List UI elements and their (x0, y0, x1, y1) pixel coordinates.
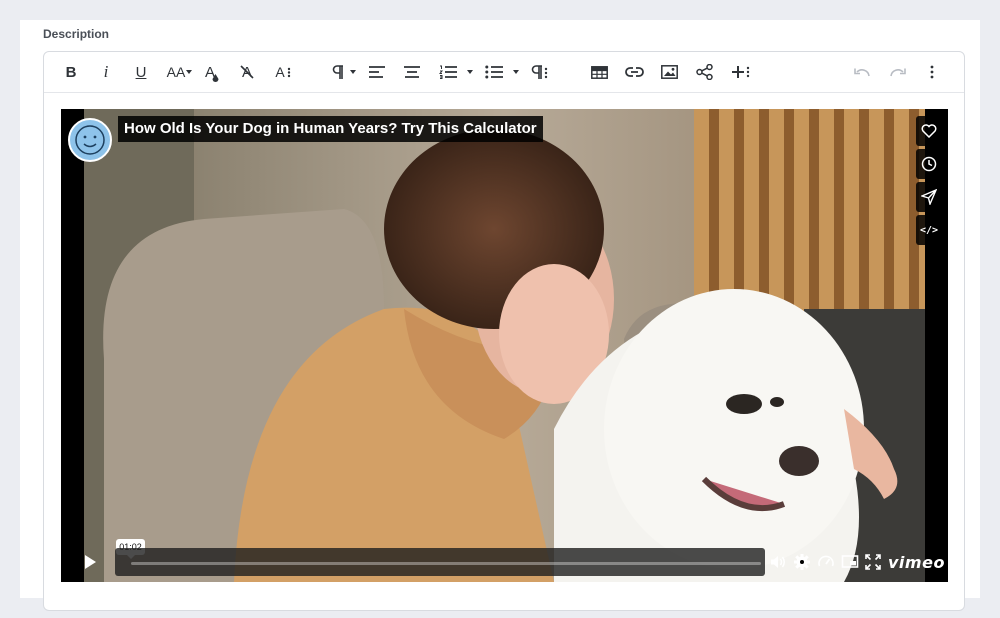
fullscreen-icon (865, 554, 881, 570)
picture-in-picture-icon (841, 555, 859, 568)
embed-button[interactable]: </> (916, 215, 942, 245)
more-options-button[interactable] (926, 60, 938, 84)
more-text-label: A (275, 64, 285, 80)
rich-text-editor[interactable]: B i U AA A A A (43, 51, 965, 611)
link-icon (624, 67, 644, 77)
fullscreen-button[interactable] (864, 553, 882, 571)
more-paragraph-button[interactable] (530, 60, 548, 84)
align-left-button[interactable] (368, 60, 386, 84)
gear-icon (794, 554, 810, 570)
undo-icon (854, 68, 870, 77)
channel-avatar[interactable] (68, 118, 112, 162)
strike-icon (240, 65, 254, 79)
more-vertical-icon (287, 67, 290, 78)
progress-track[interactable] (131, 562, 761, 565)
redo-button[interactable] (889, 60, 907, 84)
smiley-avatar-icon (75, 125, 105, 155)
redo-icon (890, 68, 906, 77)
underline-button[interactable]: U (134, 60, 148, 84)
speedometer-icon (818, 555, 834, 567)
paper-plane-icon (921, 189, 937, 205)
settings-button[interactable] (793, 553, 811, 571)
insert-table-button[interactable] (590, 60, 608, 84)
chevron-down-icon (513, 70, 519, 74)
insert-link-button[interactable] (624, 60, 644, 84)
share-icon (695, 64, 713, 80)
font-size-button[interactable]: AA (165, 60, 187, 84)
image-icon (660, 65, 678, 79)
text-color-button[interactable]: A (202, 60, 222, 84)
ordered-list-button[interactable] (438, 60, 458, 84)
align-center-icon (404, 66, 420, 78)
editor-toolbar: B i U AA A A A (44, 52, 964, 93)
chevron-down-icon (186, 70, 192, 74)
video-title[interactable]: How Old Is Your Dog in Human Years? Try … (118, 116, 543, 142)
video-player[interactable]: How Old Is Your Dog in Human Years? Try … (61, 109, 948, 582)
more-text-button[interactable]: A (274, 60, 292, 84)
play-button[interactable] (77, 550, 103, 574)
align-center-button[interactable] (403, 60, 421, 84)
insert-image-button[interactable] (660, 60, 678, 84)
field-label: Description (43, 27, 110, 41)
description-panel: Description B i U AA A A A (20, 20, 980, 611)
video-frame-image (84, 109, 925, 582)
paragraph-format-button[interactable] (330, 60, 346, 84)
volume-icon (771, 556, 785, 568)
plus-more-icon (731, 66, 749, 78)
drop-icon (212, 73, 219, 82)
play-icon (85, 555, 96, 569)
unordered-list-button[interactable] (484, 60, 504, 84)
clock-icon (921, 156, 937, 172)
bullet-list-icon (485, 65, 503, 79)
watch-later-button[interactable] (916, 149, 942, 179)
clear-format-button[interactable]: A (238, 60, 256, 84)
italic-button[interactable]: i (99, 60, 113, 84)
heart-icon (921, 124, 937, 138)
undo-button[interactable] (853, 60, 871, 84)
paragraph-icon (332, 64, 343, 79)
chevron-down-icon (350, 70, 356, 74)
ordered-list-icon (439, 65, 457, 79)
table-icon (590, 65, 608, 79)
share-button[interactable] (695, 60, 713, 84)
pip-button[interactable] (841, 553, 859, 571)
embed-code-icon: </> (919, 224, 939, 236)
volume-button[interactable] (769, 553, 787, 571)
align-left-icon (369, 66, 385, 78)
vimeo-logo[interactable]: vimeo (888, 553, 945, 572)
speed-button[interactable] (817, 553, 835, 571)
player-controls: vimeo (61, 548, 948, 576)
insert-more-button[interactable] (730, 60, 750, 84)
bold-button[interactable]: B (64, 60, 78, 84)
more-vertical-icon (930, 65, 934, 79)
paragraph-more-icon (531, 64, 547, 79)
share-video-button[interactable] (916, 182, 942, 212)
like-button[interactable] (916, 116, 942, 146)
chevron-down-icon (467, 70, 473, 74)
